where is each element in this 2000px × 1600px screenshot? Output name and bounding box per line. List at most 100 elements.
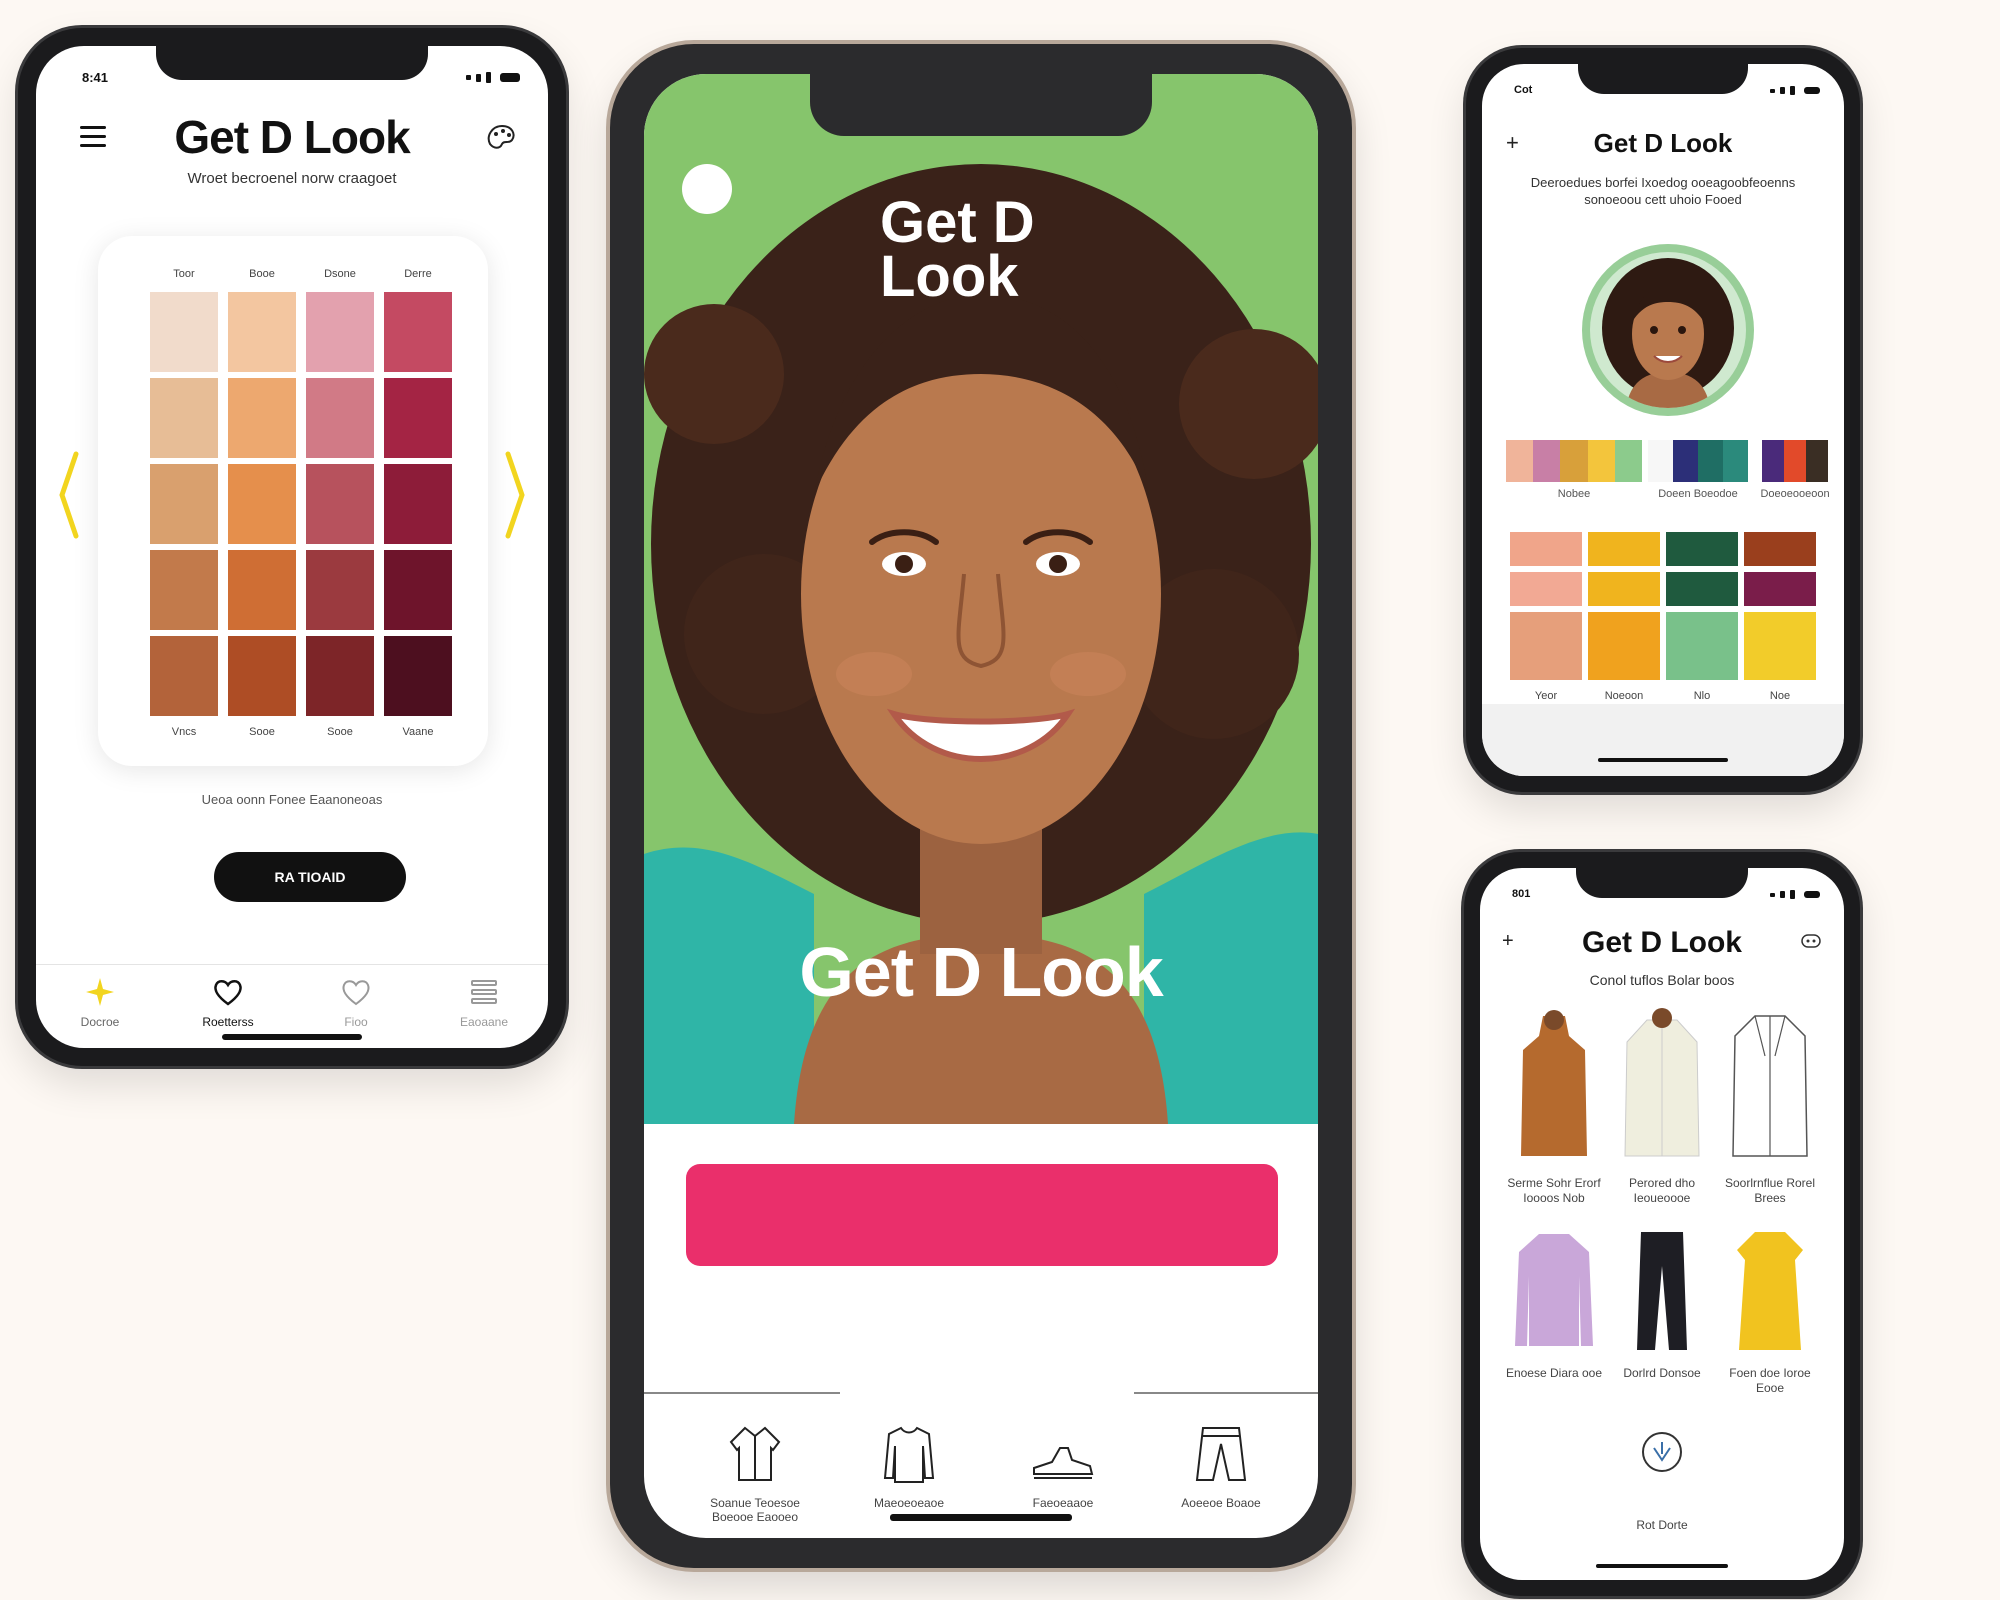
palette-strip[interactable] — [1506, 440, 1643, 482]
category-label: Faeoeaaoe — [1032, 1496, 1094, 1510]
next-chevron-icon[interactable] — [504, 450, 526, 540]
swatch-column-header: Booe — [249, 268, 275, 280]
color-grid-cell[interactable] — [1588, 532, 1660, 566]
settings-icon[interactable] — [1800, 932, 1822, 955]
hero-title-line-1: Get D — [880, 190, 1035, 255]
palette-color — [1560, 440, 1588, 482]
color-swatch[interactable] — [306, 464, 374, 544]
notch — [156, 46, 428, 80]
home-indicator — [1598, 758, 1728, 762]
color-grid-cell[interactable] — [1510, 572, 1582, 606]
color-swatch[interactable] — [306, 636, 374, 716]
color-swatch[interactable] — [384, 636, 452, 716]
get-started-button[interactable] — [686, 1164, 1278, 1266]
color-grid-label: Nlo — [1693, 690, 1711, 702]
color-swatch[interactable] — [228, 550, 296, 630]
swatch-column-footer: Sooe — [327, 726, 353, 738]
clothing-item[interactable]: Soorlrnflue Rorel Brees — [1718, 1006, 1822, 1206]
clothing-item[interactable]: Enoese Diara ooe — [1502, 1226, 1606, 1381]
color-swatch[interactable] — [150, 550, 218, 630]
color-grid-cell[interactable] — [1666, 532, 1738, 566]
color-grid-cell[interactable] — [1666, 572, 1738, 606]
status-icons — [1770, 86, 1820, 95]
color-swatch[interactable] — [306, 550, 374, 630]
page-title: Get D Look — [1581, 926, 1742, 959]
item-caption: Soorlrnflue Rorel Brees — [1724, 1176, 1816, 1205]
footer-label: Rot Dorte — [1636, 1518, 1688, 1532]
category-pants[interactable]: Aoeeoe Boaoe — [1156, 1422, 1286, 1510]
sweater-item-icon — [1521, 1010, 1587, 1156]
color-grid-cell[interactable] — [1744, 532, 1816, 566]
category-label: Aoeeoe Boaoe — [1181, 1496, 1261, 1510]
tab-label: Fioo — [344, 1015, 368, 1029]
palette-color — [1533, 440, 1561, 482]
swatch-card: Toor Booe Dsone Derre Vncs Sooe Sooe Vaane — [98, 236, 488, 766]
palette-color — [1673, 440, 1698, 482]
color-swatch[interactable] — [228, 292, 296, 372]
tab-docroe[interactable]: Docroe — [45, 965, 155, 1048]
phone-wardrobe: 801 + Get D Look Conol tuflos Bolar boos… — [1464, 852, 1860, 1596]
palette-color — [1762, 440, 1784, 482]
item-caption: Perored dho Ieoueoooe — [1628, 1176, 1696, 1205]
phone-3-screen: Cot + Get D Look Deeroedues borfei Ixoed… — [1482, 64, 1844, 776]
phone-4-screen: 801 + Get D Look Conol tuflos Bolar boos… — [1480, 868, 1844, 1580]
color-swatch[interactable] — [228, 464, 296, 544]
status-time: 8:41 — [82, 70, 109, 85]
sweater-icon — [883, 1426, 935, 1483]
palette-icon[interactable] — [484, 122, 518, 157]
notch — [810, 74, 1152, 136]
color-swatch[interactable] — [150, 636, 218, 716]
hero-title-line-2: Look — [880, 244, 1019, 309]
dress-item-icon — [1737, 1232, 1803, 1350]
page-description: Deeroedues borfei Ixoedog ooeagoobfeoenn… — [1530, 175, 1796, 207]
camera-dot — [682, 164, 732, 214]
color-grid-cell[interactable] — [1588, 612, 1660, 680]
jacket-icon — [729, 1426, 781, 1481]
color-swatch[interactable] — [150, 464, 218, 544]
color-swatch[interactable] — [150, 378, 218, 458]
color-swatch[interactable] — [384, 378, 452, 458]
color-swatch[interactable] — [150, 292, 218, 372]
color-grid-cell[interactable] — [1510, 612, 1582, 680]
tab-eaoaane[interactable]: Eaoaane — [429, 965, 539, 1048]
swatch-caption: Ueoa oonn Fonee Eaanoneoas — [201, 792, 383, 807]
color-grid-cell[interactable] — [1744, 612, 1816, 680]
clothing-item[interactable]: Perored dho Ieoueoooe — [1610, 1006, 1714, 1206]
color-grid-label: Noe — [1769, 690, 1791, 702]
palette-strip[interactable] — [1648, 440, 1748, 482]
category-jackets[interactable]: Soanue Teoesoe Boeooe Eaooeo — [690, 1422, 820, 1524]
color-swatch[interactable] — [384, 550, 452, 630]
color-swatch[interactable] — [306, 292, 374, 372]
tab-label: Roetterss — [202, 1015, 254, 1029]
color-swatch[interactable] — [384, 464, 452, 544]
analyze-button-label: RA TIOAID — [274, 869, 346, 885]
color-swatch[interactable] — [228, 636, 296, 716]
prev-chevron-icon[interactable] — [58, 450, 80, 540]
color-swatch[interactable] — [384, 292, 452, 372]
coat-item-icon — [1732, 1015, 1808, 1157]
clothing-item[interactable]: Serme Sohr Erorf Ioooos Nob — [1502, 1006, 1606, 1206]
palette-color — [1698, 440, 1723, 482]
category-sweaters[interactable]: Maeoeoeaoe — [844, 1422, 974, 1510]
analyze-button[interactable]: RA TIOAID — [214, 852, 406, 902]
swatch-column-header: Toor — [173, 268, 195, 280]
page-subtitle: Conol tuflos Bolar boos — [1589, 972, 1735, 988]
category-label: Maeoeoeaoe — [873, 1496, 945, 1510]
tab-label: Docroe — [80, 1015, 120, 1029]
color-grid-cell[interactable] — [1744, 572, 1816, 606]
clothing-item[interactable]: Dorlrd Donsoe — [1610, 1226, 1714, 1381]
color-grid-cell[interactable] — [1666, 612, 1738, 680]
heart-icon — [214, 980, 242, 1006]
color-grid-cell[interactable] — [1510, 532, 1582, 566]
clothing-item[interactable]: Foen doe Ioroe Eooe — [1718, 1226, 1822, 1396]
filter-icon[interactable] — [1640, 1430, 1684, 1479]
color-swatch[interactable] — [228, 378, 296, 458]
notch — [1578, 64, 1748, 94]
page-title: Get D Look — [174, 111, 410, 163]
palette-color — [1648, 440, 1673, 482]
category-footwear[interactable]: Faeoeaaoe — [998, 1422, 1128, 1510]
swatch-column-footer: Vaane — [402, 726, 434, 738]
color-swatch[interactable] — [306, 378, 374, 458]
color-grid-cell[interactable] — [1588, 572, 1660, 606]
palette-strip[interactable] — [1762, 440, 1828, 482]
